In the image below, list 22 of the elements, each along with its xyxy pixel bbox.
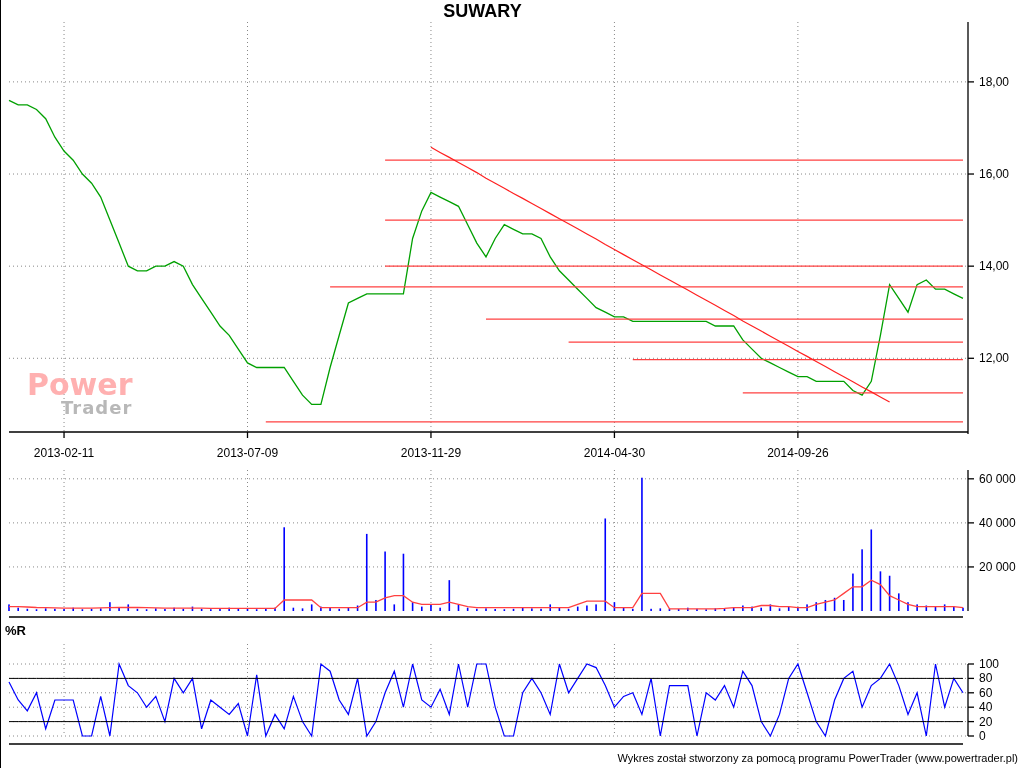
logo-text: Trader	[61, 397, 133, 418]
axis-label: 18,00	[979, 74, 1010, 89]
axis-label: 60	[979, 685, 993, 700]
axis-label: 20	[979, 714, 993, 729]
footer-text: Wykres został stworzony za pomocą programu PowerTrader (www.powertrader.pl)	[617, 752, 1018, 764]
indicator-title: %R	[5, 623, 26, 638]
axis-label: 12,00	[979, 351, 1010, 366]
chart-title: SUWARY	[443, 0, 522, 22]
axis-label: 2013-02-11	[33, 446, 95, 460]
axis-label: 2014-04-30	[583, 446, 646, 460]
axis-label: 2014-09-26	[767, 446, 829, 460]
axis-label: 40 000	[979, 515, 1016, 530]
axis-label: 100	[979, 657, 1000, 671]
axis-label: 80	[979, 671, 993, 686]
axis-label: 20 000	[979, 559, 1016, 574]
axis-label: 14,00	[979, 259, 1010, 274]
axis-label: 2013-11-29	[400, 446, 462, 460]
axis-label: 40	[979, 700, 993, 715]
axis-label: 0	[979, 729, 986, 743]
axis-label: 2013-07-09	[216, 446, 279, 460]
axis-label: 60 000	[979, 471, 1016, 486]
axis-label: 16,00	[979, 167, 1010, 181]
